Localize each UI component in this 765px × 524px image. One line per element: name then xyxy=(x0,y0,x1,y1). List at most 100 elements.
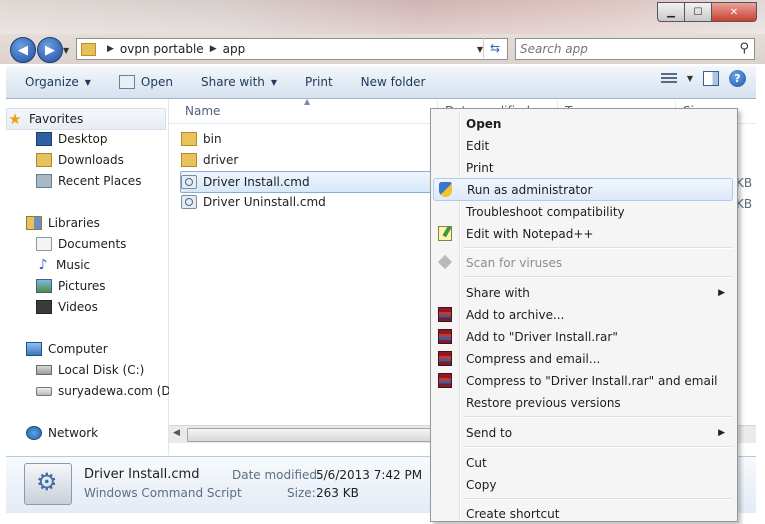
menu-item-compress-to-rar-and-email[interactable]: Compress to "Driver Install.rar" and ema… xyxy=(433,370,733,391)
menu-item-edit-with-notepad[interactable]: Edit with Notepad++ xyxy=(433,223,733,244)
nav-libraries[interactable]: Libraries xyxy=(26,213,100,233)
details-date-label: Date modified: xyxy=(232,468,322,482)
menu-item-add-to-rar[interactable]: Add to "Driver Install.rar" xyxy=(433,326,733,347)
nav-removable-drive[interactable]: suryadewa.com (D:) xyxy=(36,381,179,401)
network-icon xyxy=(26,426,42,440)
menu-item-label: Add to archive... xyxy=(466,307,565,322)
change-view-icon[interactable] xyxy=(660,72,677,85)
nav-downloads-label: Downloads xyxy=(58,153,124,167)
nav-documents[interactable]: Documents xyxy=(36,234,126,254)
nav-desktop-label: Desktop xyxy=(58,132,108,146)
forward-button[interactable]: ▶ xyxy=(37,37,63,63)
nav-pictures[interactable]: Pictures xyxy=(36,276,106,296)
nav-recent-places[interactable]: Recent Places xyxy=(36,171,141,191)
winrar-icon xyxy=(438,307,452,322)
nav-favorites[interactable]: ★ Favorites xyxy=(6,108,166,130)
menu-item-copy[interactable]: Copy xyxy=(433,474,733,495)
submenu-arrow-icon: ▶ xyxy=(718,427,725,438)
recent-pages-dropdown[interactable]: ▼ xyxy=(63,46,69,55)
search-box[interactable]: ⚲ xyxy=(515,38,755,60)
menu-item-compress-and-email[interactable]: Compress and email... xyxy=(433,348,733,369)
nav-computer[interactable]: Computer xyxy=(26,339,108,359)
organize-label: Organize xyxy=(25,75,79,89)
nav-local-disk[interactable]: Local Disk (C:) xyxy=(36,360,144,380)
help-icon[interactable]: ? xyxy=(729,70,746,87)
menu-item-share-with[interactable]: Share with ▶ xyxy=(433,282,733,303)
address-bar[interactable]: ▶ ovpn portable ▶ app ▼ xyxy=(76,38,508,60)
menu-item-send-to[interactable]: Send to ▶ xyxy=(433,422,733,443)
menu-separator xyxy=(463,276,733,278)
print-label: Print xyxy=(305,75,333,89)
nav-removable-drive-label: suryadewa.com (D:) xyxy=(58,384,180,398)
nav-network[interactable]: Network xyxy=(26,423,98,443)
minimize-icon: ▁ xyxy=(667,6,675,18)
submenu-arrow-icon: ▶ xyxy=(718,287,725,298)
file-row-driver[interactable]: driver xyxy=(181,150,441,170)
menu-item-run-as-administrator[interactable]: Run as administrator xyxy=(433,178,733,201)
maximize-button[interactable]: ☐ xyxy=(684,2,711,22)
menu-item-print[interactable]: Print xyxy=(433,157,733,178)
column-header-name[interactable]: Name xyxy=(185,104,220,118)
videos-icon xyxy=(36,300,52,314)
maximize-icon: ☐ xyxy=(693,6,703,18)
file-row-bin[interactable]: bin xyxy=(181,129,441,149)
close-button[interactable]: ✕ xyxy=(711,2,757,22)
file-row-driver-uninstall[interactable]: Driver Uninstall.cmd xyxy=(181,192,441,212)
menu-item-label: Scan for viruses xyxy=(466,255,563,270)
menu-item-label: Edit with Notepad++ xyxy=(466,226,594,241)
sort-ascending-icon: ▲ xyxy=(304,97,311,106)
file-name: driver xyxy=(203,153,239,167)
nav-documents-label: Documents xyxy=(58,237,127,251)
menu-item-label: Send to xyxy=(466,425,513,440)
breadcrumb-ovpn-portable[interactable]: ovpn portable xyxy=(120,42,204,56)
new-folder-button[interactable]: New folder xyxy=(352,70,435,94)
menu-item-troubleshoot-compatibility[interactable]: Troubleshoot compatibility xyxy=(433,201,733,222)
computer-icon xyxy=(26,342,42,356)
back-button[interactable]: ◀ xyxy=(10,37,36,63)
breadcrumb-separator-icon[interactable]: ▶ xyxy=(210,44,217,54)
menu-item-restore-previous-versions[interactable]: Restore previous versions xyxy=(433,392,733,413)
menu-item-scan-for-viruses[interactable]: Scan for viruses xyxy=(433,252,733,273)
preview-pane-icon[interactable] xyxy=(703,71,719,86)
documents-icon xyxy=(36,237,52,251)
menu-item-label: Add to "Driver Install.rar" xyxy=(466,329,618,344)
scroll-left-icon[interactable]: ◀ xyxy=(173,428,180,438)
search-input[interactable] xyxy=(516,41,722,57)
print-button[interactable]: Print xyxy=(296,70,342,94)
file-row-driver-install[interactable]: Driver Install.cmd xyxy=(180,171,472,193)
nav-computer-label: Computer xyxy=(48,342,108,356)
antivirus-icon xyxy=(437,254,453,270)
breadcrumb-app[interactable]: app xyxy=(223,42,246,56)
menu-item-cut[interactable]: Cut xyxy=(433,452,733,473)
menu-item-edit[interactable]: Edit xyxy=(433,135,733,156)
close-icon: ✕ xyxy=(729,6,739,18)
minimize-button[interactable]: ▁ xyxy=(657,2,684,22)
nav-videos[interactable]: Videos xyxy=(36,297,98,317)
open-label: Open xyxy=(140,75,173,89)
menu-item-create-shortcut[interactable]: Create shortcut xyxy=(433,503,733,524)
scrollbar-thumb[interactable] xyxy=(187,428,439,442)
open-button[interactable]: Open xyxy=(110,70,182,94)
details-file-name: Driver Install.cmd xyxy=(84,467,200,482)
nav-downloads[interactable]: Downloads xyxy=(36,150,124,170)
details-size-value: 263 KB xyxy=(316,486,359,500)
breadcrumb-separator-icon[interactable]: ▶ xyxy=(107,44,114,54)
context-menu: Open Edit Print Run as administrator Tro… xyxy=(430,108,738,522)
organize-button[interactable]: Organize ▼ xyxy=(16,70,100,94)
command-script-icon xyxy=(181,175,197,189)
menu-item-label: Copy xyxy=(466,477,497,492)
title-bar: ▁ ☐ ✕ xyxy=(0,0,765,34)
nav-desktop[interactable]: Desktop xyxy=(36,129,108,149)
nav-local-disk-label: Local Disk (C:) xyxy=(58,363,145,377)
menu-separator xyxy=(463,498,733,500)
share-with-button[interactable]: Share with ▼ xyxy=(192,70,286,94)
nav-music[interactable]: ♪ Music xyxy=(36,255,91,275)
menu-item-label: Create shortcut xyxy=(466,506,560,521)
view-options-chevron-icon[interactable]: ▼ xyxy=(687,74,693,83)
menu-item-label: Share with xyxy=(466,285,530,300)
menu-item-add-to-archive[interactable]: Add to archive... xyxy=(433,304,733,325)
menu-item-label: Troubleshoot compatibility xyxy=(466,204,625,219)
menu-item-open[interactable]: Open xyxy=(433,113,733,134)
refresh-button[interactable]: ⇆ xyxy=(483,38,506,58)
search-icon[interactable]: ⚲ xyxy=(739,41,749,56)
